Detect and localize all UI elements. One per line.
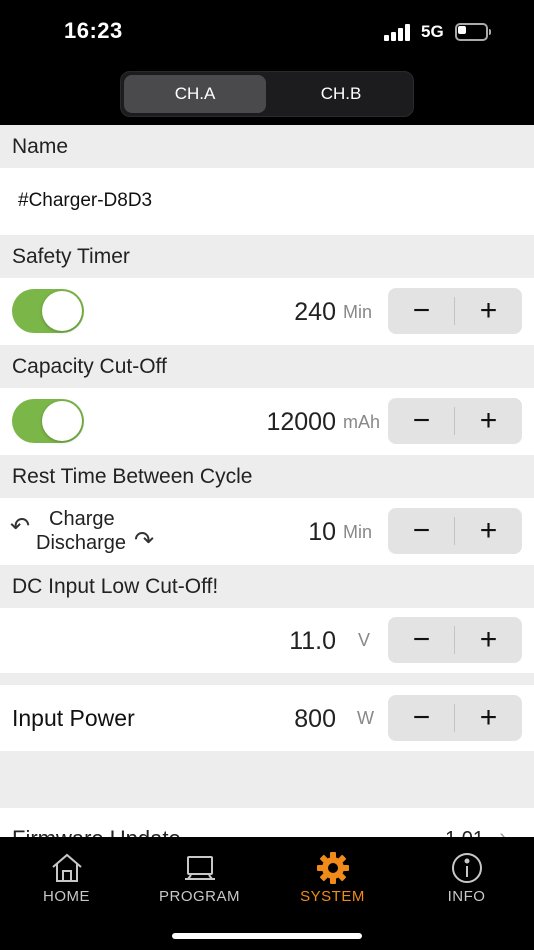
firmware-version-value: 1.01 xyxy=(445,828,484,837)
capacity-cutoff-header: Capacity Cut-Off xyxy=(0,345,534,388)
charger-name-field[interactable]: #Charger-D8D3 xyxy=(18,190,152,212)
tab-system-label: SYSTEM xyxy=(300,888,365,905)
network-label: 5G xyxy=(421,22,444,41)
name-header: Name xyxy=(0,125,534,168)
safety-timer-row: 240 Min − + xyxy=(0,278,534,345)
battery-icon xyxy=(455,23,491,41)
rest-time-row: ↶ Charge Discharge ↷ 10 Min − + xyxy=(0,498,534,565)
rest-time-plus-button[interactable]: + xyxy=(455,508,522,554)
rest-time-header: Rest Time Between Cycle xyxy=(0,455,534,498)
safety-timer-stepper: − + xyxy=(388,288,522,334)
safety-timer-plus-button[interactable]: + xyxy=(455,288,522,334)
capacity-cutoff-value: 12000 xyxy=(266,408,336,436)
capacity-cutoff-toggle[interactable] xyxy=(12,399,84,443)
safety-timer-toggle[interactable] xyxy=(12,289,84,333)
rest-time-minus-button[interactable]: − xyxy=(388,508,455,554)
capacity-cutoff-row: 12000 mAh − + xyxy=(0,388,534,455)
tab-program[interactable]: PROGRAM xyxy=(133,847,266,917)
capacity-cutoff-minus-button[interactable]: − xyxy=(388,398,455,444)
safety-timer-header: Safety Timer xyxy=(0,235,534,278)
name-row[interactable]: #Charger-D8D3 xyxy=(0,168,534,235)
info-icon xyxy=(451,853,482,883)
firmware-update-row[interactable]: Firmware Update 1.01 › xyxy=(0,808,534,837)
dc-input-plus-button[interactable]: + xyxy=(455,617,522,663)
chevron-right-icon: › xyxy=(499,826,506,837)
input-power-value: 800 xyxy=(294,705,336,733)
cycle-arrow-right-icon: ↷ xyxy=(134,527,155,554)
signal-icon xyxy=(384,24,412,41)
cycle-discharge-label: Discharge xyxy=(36,532,127,554)
dc-input-unit: V xyxy=(358,630,371,650)
channel-selector: CH.A CH.B xyxy=(120,71,414,117)
gear-icon xyxy=(316,852,349,884)
rest-time-value: 10 xyxy=(308,518,336,546)
capacity-cutoff-stepper: − + xyxy=(388,398,522,444)
rest-time-unit: Min xyxy=(343,522,373,542)
rest-time-stepper: − + xyxy=(388,508,522,554)
tab-info[interactable]: INFO xyxy=(400,847,533,917)
input-power-row: Input Power 800 W − + xyxy=(0,685,534,751)
tab-home[interactable]: HOME xyxy=(0,847,133,917)
tab-system[interactable]: SYSTEM xyxy=(266,847,399,917)
capacity-cutoff-unit: mAh xyxy=(343,412,381,432)
home-indicator[interactable] xyxy=(172,933,362,939)
input-power-minus-button[interactable]: − xyxy=(388,695,455,741)
input-power-label: Input Power xyxy=(12,705,135,731)
tab-program-label: PROGRAM xyxy=(158,888,240,905)
dc-input-header: DC Input Low Cut-Off! xyxy=(0,565,534,608)
input-power-stepper: − + xyxy=(388,695,522,741)
safety-timer-minus-button[interactable]: − xyxy=(388,288,455,334)
dc-input-minus-button[interactable]: − xyxy=(388,617,455,663)
input-power-plus-button[interactable]: + xyxy=(455,695,522,741)
firmware-update-label: Firmware Update xyxy=(12,826,181,837)
tab-home-label: HOME xyxy=(43,888,90,905)
dc-input-value: 11.0 xyxy=(289,627,336,655)
tab-ch-a[interactable]: CH.A xyxy=(124,75,266,113)
home-icon xyxy=(51,853,82,882)
dc-input-row: 11.0 V − + xyxy=(0,608,534,673)
input-power-unit: W xyxy=(357,708,374,728)
settings-list: Name #Charger-D8D3 Safety Timer 240 Min … xyxy=(0,125,534,837)
safety-timer-unit: Min xyxy=(343,302,373,322)
capacity-cutoff-plus-button[interactable]: + xyxy=(455,398,522,444)
status-time: 16:23 xyxy=(64,18,123,43)
status-bar: 16:23 5G xyxy=(0,0,534,62)
laptop-icon xyxy=(184,856,215,880)
tab-ch-b[interactable]: CH.B xyxy=(270,75,412,113)
tab-info-label: INFO xyxy=(447,888,486,905)
charge-discharge-cycle-label: ↶ Charge Discharge ↷ xyxy=(10,506,156,558)
safety-timer-value: 240 xyxy=(294,298,336,326)
cycle-arrow-left-icon: ↶ xyxy=(10,513,31,540)
dc-input-stepper: − + xyxy=(388,617,522,663)
cycle-charge-label: Charge xyxy=(49,508,115,530)
